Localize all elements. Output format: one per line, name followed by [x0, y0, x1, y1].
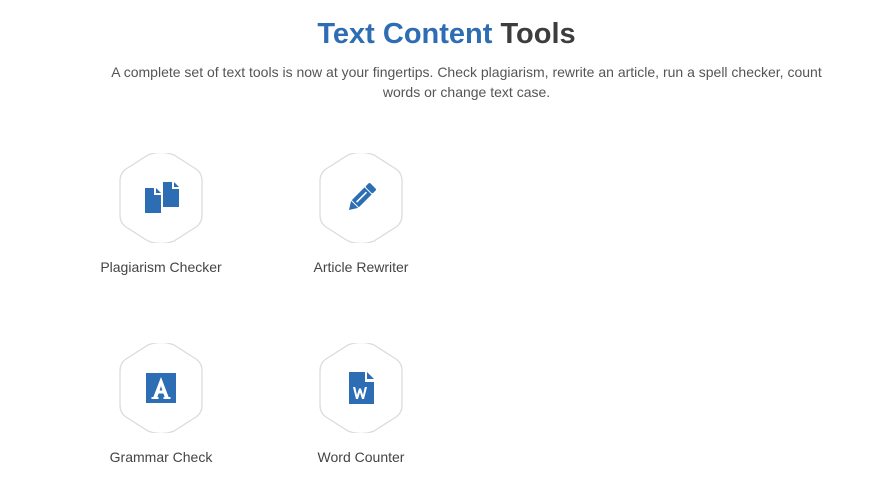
tool-grammar-check[interactable]: Grammar Check — [76, 343, 246, 473]
page-title-accent: Text Content — [317, 18, 493, 50]
tool-label: Article Rewriter — [313, 259, 409, 275]
page-title-rest: Tools — [500, 18, 576, 50]
word-document-icon — [349, 372, 374, 404]
letter-a-icon — [146, 373, 176, 403]
tool-plagiarism-checker[interactable]: Plagiarism Checker — [76, 153, 246, 283]
hexagon-badge — [118, 343, 204, 433]
hexagon-badge — [318, 153, 404, 243]
hexagon-badge — [118, 153, 204, 243]
page-title: Text Content Tools — [0, 16, 893, 52]
tool-article-rewriter[interactable]: Article Rewriter — [276, 153, 446, 283]
copy-documents-icon — [145, 182, 179, 213]
pencil-icon — [348, 183, 376, 211]
hexagon-badge — [318, 343, 404, 433]
page-subtitle: A complete set of text tools is now at y… — [111, 64, 822, 100]
tool-word-counter[interactable]: Word Counter — [276, 343, 446, 473]
tool-label: Grammar Check — [109, 449, 213, 465]
tool-label: Word Counter — [317, 449, 405, 465]
tool-label: Plagiarism Checker — [100, 259, 222, 275]
